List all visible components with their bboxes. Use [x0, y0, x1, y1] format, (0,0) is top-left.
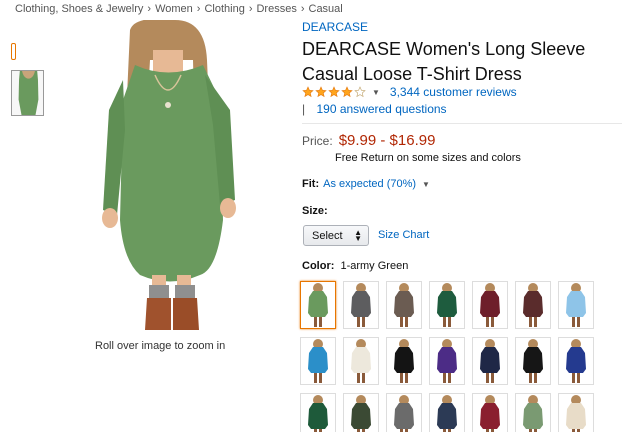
color-swatch[interactable]	[429, 281, 465, 329]
divider-pipe: |	[302, 102, 306, 116]
rating-chevron-down-icon[interactable]: ▼	[372, 88, 380, 97]
breadcrumb: Clothing, Shoes & Jewelry › Women › Clothing…	[15, 3, 343, 15]
fit-value-link[interactable]: As expected (70%)	[323, 178, 416, 190]
swatch-dress-figure	[523, 395, 543, 432]
breadcrumb-item[interactable]: Women	[155, 3, 193, 15]
color-swatch[interactable]	[386, 393, 422, 432]
swatch-dress-figure	[308, 395, 328, 432]
color-label: Color:	[302, 260, 335, 272]
swatch-dress-figure	[437, 395, 457, 432]
swatch-dress-figure	[394, 395, 414, 432]
price-label: Price:	[302, 134, 333, 148]
size-dropdown[interactable]: Select ▲ ▼	[303, 225, 369, 246]
dropdown-arrows-icon: ▲ ▼	[354, 227, 362, 243]
swatch-dress-figure	[351, 283, 371, 327]
brand-link[interactable]: DEARCASE	[302, 20, 368, 34]
swatch-dress-figure	[566, 339, 586, 383]
color-swatch[interactable]	[472, 281, 508, 329]
swatch-dress-figure	[394, 339, 414, 383]
color-swatch[interactable]	[558, 393, 594, 432]
swatch-dress-figure	[480, 283, 500, 327]
color-swatch[interactable]	[515, 393, 551, 432]
size-chart-link[interactable]: Size Chart	[378, 229, 429, 241]
price-row: Price: $9.99 - $16.99	[302, 132, 435, 149]
swatch-dress-figure	[480, 339, 500, 383]
rating-row: ▼ 3,344 customer reviews	[302, 85, 517, 99]
star-icon	[315, 86, 327, 98]
swatch-dress-figure	[308, 283, 328, 327]
color-row: Color: 1-army Green	[302, 260, 408, 272]
size-label: Size:	[302, 205, 328, 217]
thumbnail-image[interactable]	[11, 70, 44, 116]
color-swatch[interactable]	[300, 337, 336, 385]
product-title: DEARCASE Women's Long Sleeve Casual Loos…	[302, 39, 586, 84]
breadcrumb-separator: ›	[196, 3, 201, 15]
color-swatch[interactable]	[343, 281, 379, 329]
breadcrumb-item[interactable]: Clothing, Shoes & Jewelry	[15, 3, 143, 15]
color-swatch[interactable]	[343, 337, 379, 385]
color-swatch[interactable]	[515, 281, 551, 329]
free-return-note: Free Return on some sizes and colors	[335, 152, 521, 164]
color-swatch[interactable]	[300, 393, 336, 432]
color-swatch[interactable]	[558, 281, 594, 329]
star-icon	[341, 86, 353, 98]
swatch-dress-figure	[523, 283, 543, 327]
dress-model-figure	[102, 20, 236, 330]
main-product-image[interactable]	[95, 20, 245, 330]
color-swatch[interactable]	[472, 393, 508, 432]
color-swatch[interactable]	[429, 337, 465, 385]
customer-reviews-link[interactable]: 3,344 customer reviews	[390, 85, 517, 99]
price-value: $9.99 - $16.99	[338, 132, 436, 149]
thumbnail-selector[interactable]	[11, 43, 16, 60]
color-value: 1-army Green	[340, 260, 409, 272]
size-dropdown-value: Select	[312, 229, 343, 242]
breadcrumb-item[interactable]: Clothing	[204, 3, 244, 15]
thumbnail-dress-figure	[12, 71, 43, 115]
color-swatch[interactable]	[515, 337, 551, 385]
star-rating[interactable]	[302, 86, 366, 98]
star-icon	[328, 86, 340, 98]
breadcrumb-item[interactable]: Dresses	[256, 3, 296, 15]
swatch-dress-figure	[523, 339, 543, 383]
star-icon	[354, 86, 366, 98]
swatch-dress-figure	[394, 283, 414, 327]
color-swatch[interactable]	[429, 393, 465, 432]
color-swatch[interactable]	[472, 337, 508, 385]
color-swatch[interactable]	[386, 337, 422, 385]
color-swatch[interactable]	[558, 337, 594, 385]
star-icon	[302, 86, 314, 98]
swatch-dress-figure	[437, 283, 457, 327]
fit-label: Fit:	[302, 178, 320, 190]
color-swatch-grid	[300, 281, 594, 432]
answered-questions-row: | 190 answered questions	[302, 102, 447, 116]
color-swatch[interactable]	[386, 281, 422, 329]
breadcrumb-separator: ›	[248, 3, 253, 15]
swatch-dress-figure	[480, 395, 500, 432]
fit-chevron-down-icon[interactable]: ▼	[422, 180, 430, 189]
zoom-hint: Roll over image to zoom in	[95, 340, 226, 352]
breadcrumb-separator: ›	[300, 3, 305, 15]
swatch-dress-figure	[351, 339, 371, 383]
swatch-dress-figure	[351, 395, 371, 432]
swatch-dress-figure	[308, 339, 328, 383]
divider	[302, 123, 622, 124]
breadcrumb-item[interactable]: Casual	[309, 3, 343, 15]
answered-questions-link[interactable]: 190 answered questions	[316, 102, 446, 116]
fit-row: Fit: As expected (70%) ▼	[302, 178, 430, 190]
swatch-dress-figure	[437, 339, 457, 383]
color-swatch[interactable]	[343, 393, 379, 432]
swatch-dress-figure	[566, 283, 586, 327]
color-swatch[interactable]	[300, 281, 336, 329]
swatch-dress-figure	[566, 395, 586, 432]
breadcrumb-separator: ›	[147, 3, 152, 15]
